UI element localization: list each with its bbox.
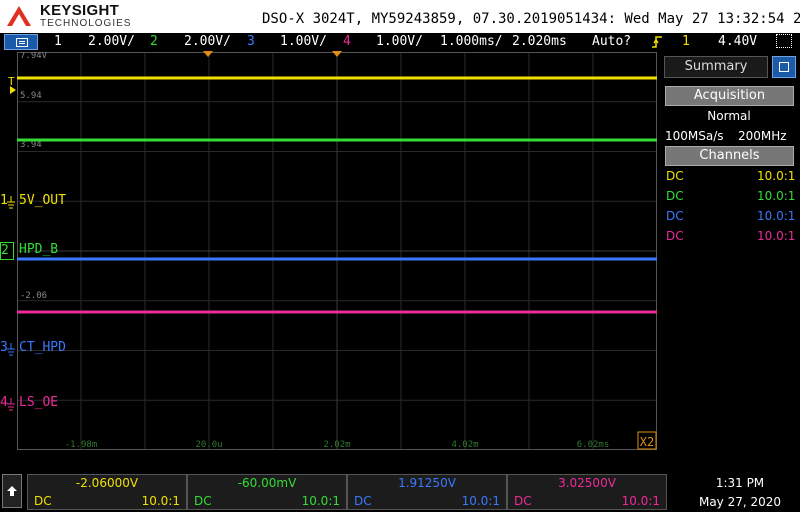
ch2-meas-probe: 10.0:1: [301, 494, 340, 508]
ch3-meas-coupling: DC: [354, 494, 372, 508]
panel-menu-button[interactable]: [772, 56, 796, 78]
ch4-number[interactable]: 4: [343, 34, 351, 49]
ch2-scale[interactable]: 2.00V/: [184, 34, 231, 49]
ch3-coupling: DC: [666, 209, 684, 223]
ch1-meas-value: -2.06000V: [75, 476, 139, 490]
home-icon: [7, 486, 17, 496]
ground-icon: [7, 196, 15, 209]
main-menu-button[interactable]: [4, 34, 38, 50]
ch4-measurement[interactable]: 3.02500V DC 10.0:1: [507, 474, 667, 510]
level-label: 7.94V: [20, 52, 48, 61]
level-label: -2.06: [20, 291, 47, 301]
sample-rate: 100MSa/s: [665, 129, 724, 143]
ch4-probe: 10.0:1: [757, 229, 796, 243]
timebase[interactable]: 1.000ms/: [440, 34, 503, 49]
ch3-number[interactable]: 3: [247, 34, 255, 49]
channel-bar: 1 2.00V/ 2 2.00V/ 3 1.00V/ 4 1.00V/ 1.00…: [0, 33, 800, 51]
clock-time: 1:31 PM: [715, 476, 765, 490]
time-tick-label: -1.98m: [65, 440, 98, 450]
brand-sub: TECHNOLOGIES: [40, 18, 132, 29]
ch4-meas-value: 3.02500V: [558, 476, 616, 490]
brand-name: KEYSIGHT: [40, 2, 120, 19]
ch2-meas-value: -60.00mV: [237, 476, 297, 490]
ch4-meas-probe: 10.0:1: [621, 494, 660, 508]
trigger-mode[interactable]: Auto?: [592, 34, 631, 49]
ch1-scale[interactable]: 2.00V/: [88, 34, 135, 49]
ch1-meas-probe: 10.0:1: [141, 494, 180, 508]
zoom-icon[interactable]: [776, 34, 792, 48]
ch2-coupling: DC: [666, 189, 684, 203]
ch1-label: 5V_OUT: [19, 193, 66, 208]
delay[interactable]: 2.020ms: [512, 34, 567, 49]
time-markers: [203, 51, 342, 57]
time-tick-label: 2.02m: [323, 440, 350, 450]
ch2-meas-coupling: DC: [194, 494, 212, 508]
ch3-probe: 10.0:1: [757, 209, 796, 223]
ch3-meas-value: 1.91250V: [398, 476, 456, 490]
header-bar: KEYSIGHT TECHNOLOGIES DSO-X 3024T, MY592…: [0, 0, 800, 33]
ch3-meas-probe: 10.0:1: [461, 494, 500, 508]
time-tick-label: 6.02ms: [577, 440, 610, 450]
waveform-display[interactable]: 7.94V5.943.94-2.06-1.98m 20.0u 2.02m 4.02m 6…: [17, 52, 657, 450]
ground-icon: [7, 343, 15, 356]
ch1-number[interactable]: 1: [54, 34, 62, 49]
clock-date: May 27, 2020: [698, 495, 782, 509]
zoom-badge[interactable]: X2: [640, 435, 654, 449]
time-tick-label: 20.0u: [195, 440, 222, 450]
ch3-measurement[interactable]: 1.91250V DC 10.0:1: [347, 474, 507, 510]
ch1-meas-coupling: DC: [34, 494, 52, 508]
trigger-source[interactable]: 1: [682, 34, 690, 49]
summary-tab[interactable]: Summary: [664, 56, 768, 78]
instrument-title: DSO-X 3024T, MY59243859, 07.30.201905143…: [262, 11, 800, 27]
acquisition-header[interactable]: Acquisition: [665, 86, 794, 106]
delay-marker[interactable]: [203, 51, 213, 57]
trigger-edge-icon[interactable]: [651, 35, 663, 49]
ch3-scale[interactable]: 1.00V/: [280, 34, 327, 49]
bandwidth: 200MHz: [738, 129, 787, 143]
menu-icon: [779, 62, 789, 72]
acquisition-mode: Normal: [707, 109, 751, 123]
clock: 1:31 PM May 27, 2020: [680, 474, 800, 512]
ch2-marker[interactable]: 2: [0, 242, 14, 260]
menu-icon: [16, 38, 28, 47]
ch4-scale[interactable]: 1.00V/: [376, 34, 423, 49]
time-tick-label: 4.02m: [451, 440, 478, 450]
ch2-label: HPD_B: [19, 242, 59, 257]
channels-header[interactable]: Channels: [665, 146, 794, 166]
keysight-logo-icon: [7, 6, 31, 26]
ch3-label: CT_HPD: [19, 340, 66, 355]
ch2-measurement[interactable]: -60.00mV DC 10.0:1: [187, 474, 347, 510]
ch1-probe: 10.0:1: [757, 169, 796, 183]
home-button[interactable]: [2, 474, 22, 508]
summary-panel: Summary Acquisition Normal 100MSa/s 200M…: [658, 52, 800, 452]
ch4-label: LS_OE: [19, 395, 59, 410]
trigger-marker[interactable]: [332, 51, 342, 57]
ch2-probe: 10.0:1: [757, 189, 796, 203]
trigger-level-arrow: [10, 86, 16, 94]
level-label: 5.94: [20, 91, 42, 101]
trigger-level[interactable]: 4.40V: [718, 34, 757, 49]
ch2-number[interactable]: 2: [150, 34, 158, 49]
ch1-measurement[interactable]: -2.06000V DC 10.0:1: [27, 474, 187, 510]
ch1-coupling: DC: [666, 169, 684, 183]
ch4-coupling: DC: [666, 229, 684, 243]
ground-icon: [7, 398, 15, 411]
ch4-meas-coupling: DC: [514, 494, 532, 508]
